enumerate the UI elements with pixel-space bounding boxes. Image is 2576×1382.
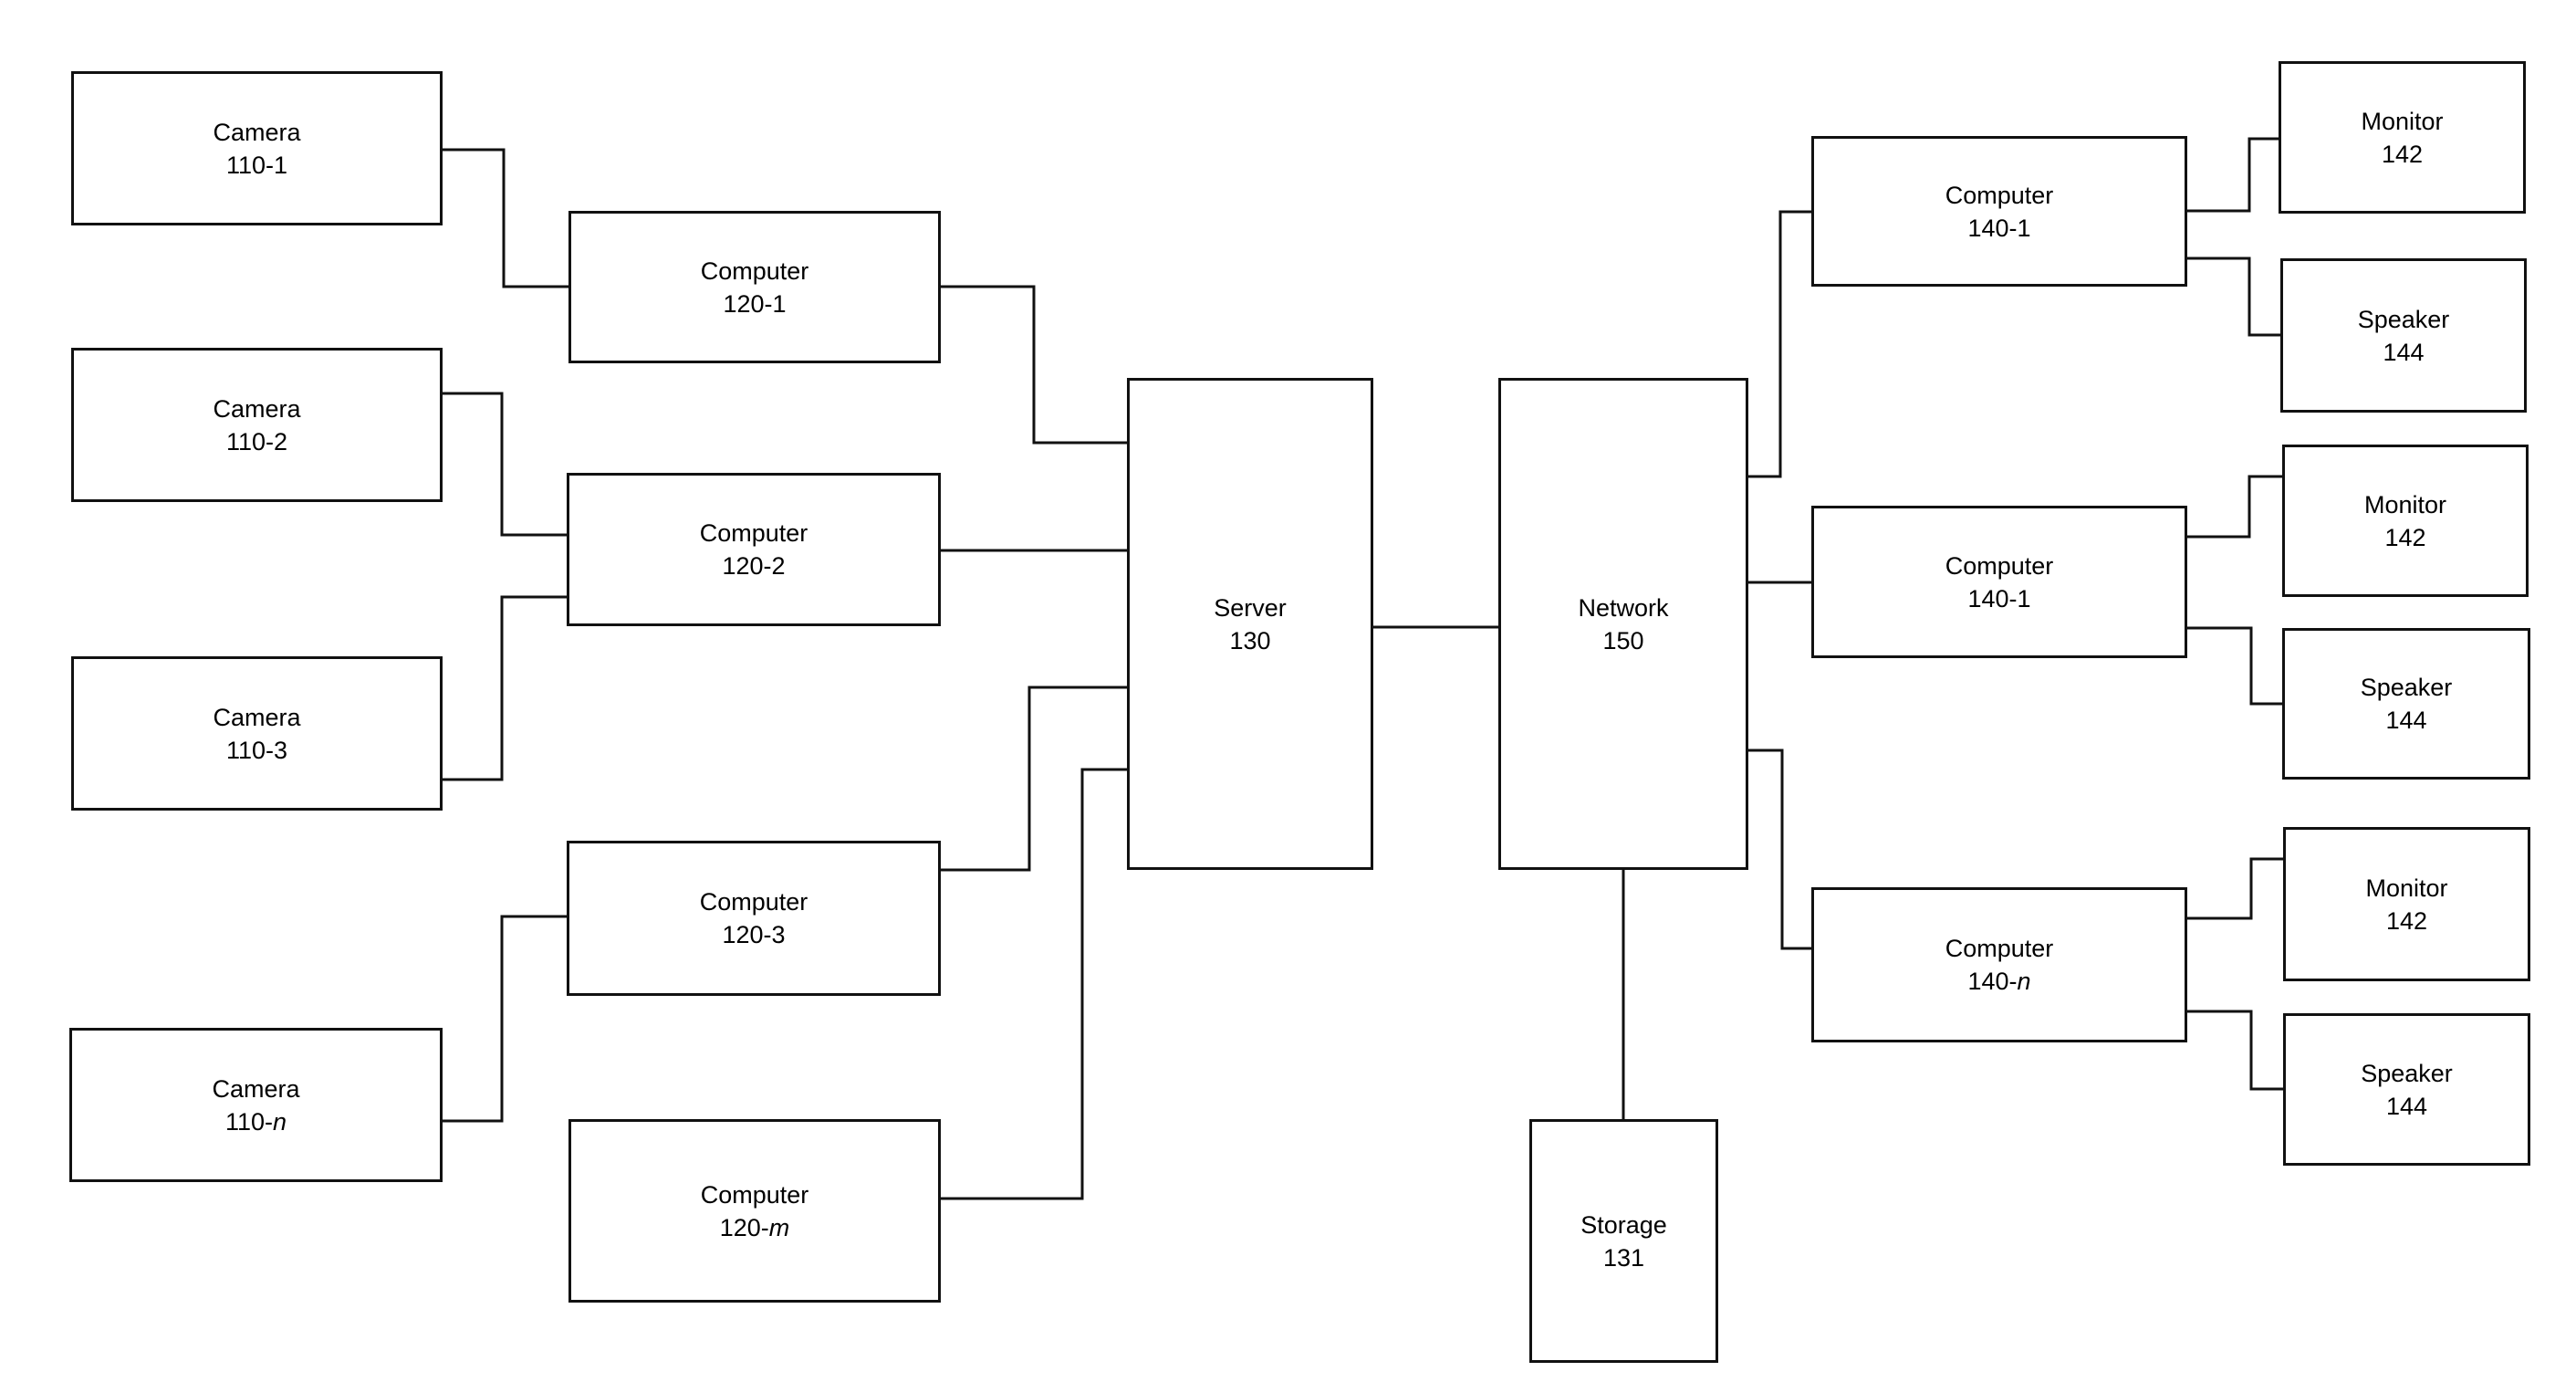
node-ref: 131 (1602, 1243, 1645, 1272)
node-label: Storage (1580, 1210, 1667, 1239)
node-ref: 144 (2385, 707, 2427, 734)
node-ref: 120-1 (723, 289, 787, 318)
node-ref: 110-3 (225, 736, 288, 764)
edge-camera-110-n-computer-120-3 (443, 915, 567, 1123)
ref-variable: m (768, 1213, 790, 1241)
monitor-142b: Monitor 142 (2282, 445, 2529, 597)
node-ref: 150 (1602, 626, 1644, 654)
computer-120-2: Computer 120-2 (567, 473, 941, 626)
monitor-142a: Monitor 142 (2279, 61, 2526, 214)
node-ref: 110-2 (225, 427, 288, 455)
node-label: Monitor (2363, 490, 2447, 518)
computer-120-3: Computer 120-3 (567, 841, 941, 996)
node-label: Camera (213, 703, 301, 731)
edge-computer-140-1a-monitor-142a (2187, 137, 2279, 213)
ref-variable: n (273, 1107, 287, 1136)
node-label: Computer (700, 257, 809, 285)
storage-131: Storage 131 (1529, 1119, 1718, 1363)
node-label: Computer (699, 888, 808, 916)
node-ref: 120-m (719, 1213, 790, 1241)
computer-120-1: Computer 120-1 (568, 211, 941, 363)
network-150: Network 150 (1498, 378, 1748, 870)
edge-computer-120-m-server-130 (941, 768, 1127, 1200)
node-ref: 110-n (224, 1107, 287, 1136)
edge-camera-110-2-computer-120-2 (443, 392, 567, 537)
edge-computer-140-n-monitor-142c (2187, 857, 2283, 920)
node-label: Speaker (2357, 305, 2450, 333)
edge-computer-140-1b-monitor-142b (2187, 475, 2282, 539)
node-label: Computer (1945, 551, 2054, 580)
camera-110-3: Camera 110-3 (71, 656, 443, 811)
node-label: Speaker (2361, 1059, 2453, 1087)
node-label: Monitor (2361, 107, 2444, 135)
node-label: Monitor (2365, 874, 2448, 902)
node-label: Network (1578, 593, 1669, 622)
node-ref: 140-1 (1967, 214, 2031, 242)
speaker-144b: Speaker 144 (2282, 628, 2530, 780)
edge-computer-140-n-speaker-144c (2187, 1010, 2283, 1091)
edge-computer-140-1b-speaker-144b (2187, 626, 2282, 706)
speaker-144c: Speaker 144 (2283, 1013, 2530, 1166)
node-label: Computer (1945, 181, 2054, 209)
computer-140-1b: Computer 140-1 (1811, 506, 2187, 658)
speaker-144a: Speaker 144 (2280, 258, 2527, 413)
edge-computer-120-3-server-130 (941, 686, 1127, 872)
node-label: Computer (700, 1180, 809, 1209)
ref-variable: n (2017, 968, 2031, 995)
edge-camera-110-1-computer-120-1 (443, 148, 568, 288)
node-label: Computer (699, 519, 808, 547)
node-ref: 120-3 (722, 921, 786, 948)
camera-110-1: Camera 110-1 (71, 71, 443, 225)
node-ref: 142 (2384, 523, 2426, 551)
node-label: Server (1214, 593, 1287, 622)
computer-140-1a: Computer 140-1 (1811, 136, 2187, 287)
node-ref: 140-n (1967, 968, 2031, 995)
node-label: Speaker (2360, 674, 2453, 701)
edge-camera-110-3-computer-120-2 (443, 595, 567, 781)
computer-120-m: Computer 120-m (568, 1119, 941, 1303)
edge-network-150-computer-140-n (1748, 749, 1811, 950)
node-ref: 120-2 (722, 552, 786, 580)
camera-110-n: Camera 110-n (69, 1028, 443, 1182)
node-ref: 142 (2385, 906, 2428, 935)
edge-computer-140-1a-speaker-144a (2187, 257, 2280, 337)
node-label: Camera (213, 394, 301, 423)
node-ref: 110-1 (225, 151, 288, 179)
node-label: Camera (212, 1074, 300, 1103)
node-ref: 142 (2381, 140, 2424, 168)
server-130: Server 130 (1127, 378, 1373, 870)
edge-computer-120-1-server-130 (941, 285, 1127, 445)
camera-110-2: Camera 110-2 (71, 348, 443, 502)
monitor-142c: Monitor 142 (2283, 827, 2530, 981)
node-ref: 130 (1229, 626, 1271, 654)
node-label: Camera (213, 118, 301, 146)
node-ref: 144 (2385, 1092, 2428, 1120)
edge-network-150-computer-140-1a (1748, 210, 1811, 478)
node-label: Computer (1945, 935, 2054, 962)
node-ref: 144 (2383, 338, 2425, 366)
computer-140-n: Computer 140-n (1811, 887, 2187, 1042)
node-ref: 140-1 (1967, 584, 2031, 612)
